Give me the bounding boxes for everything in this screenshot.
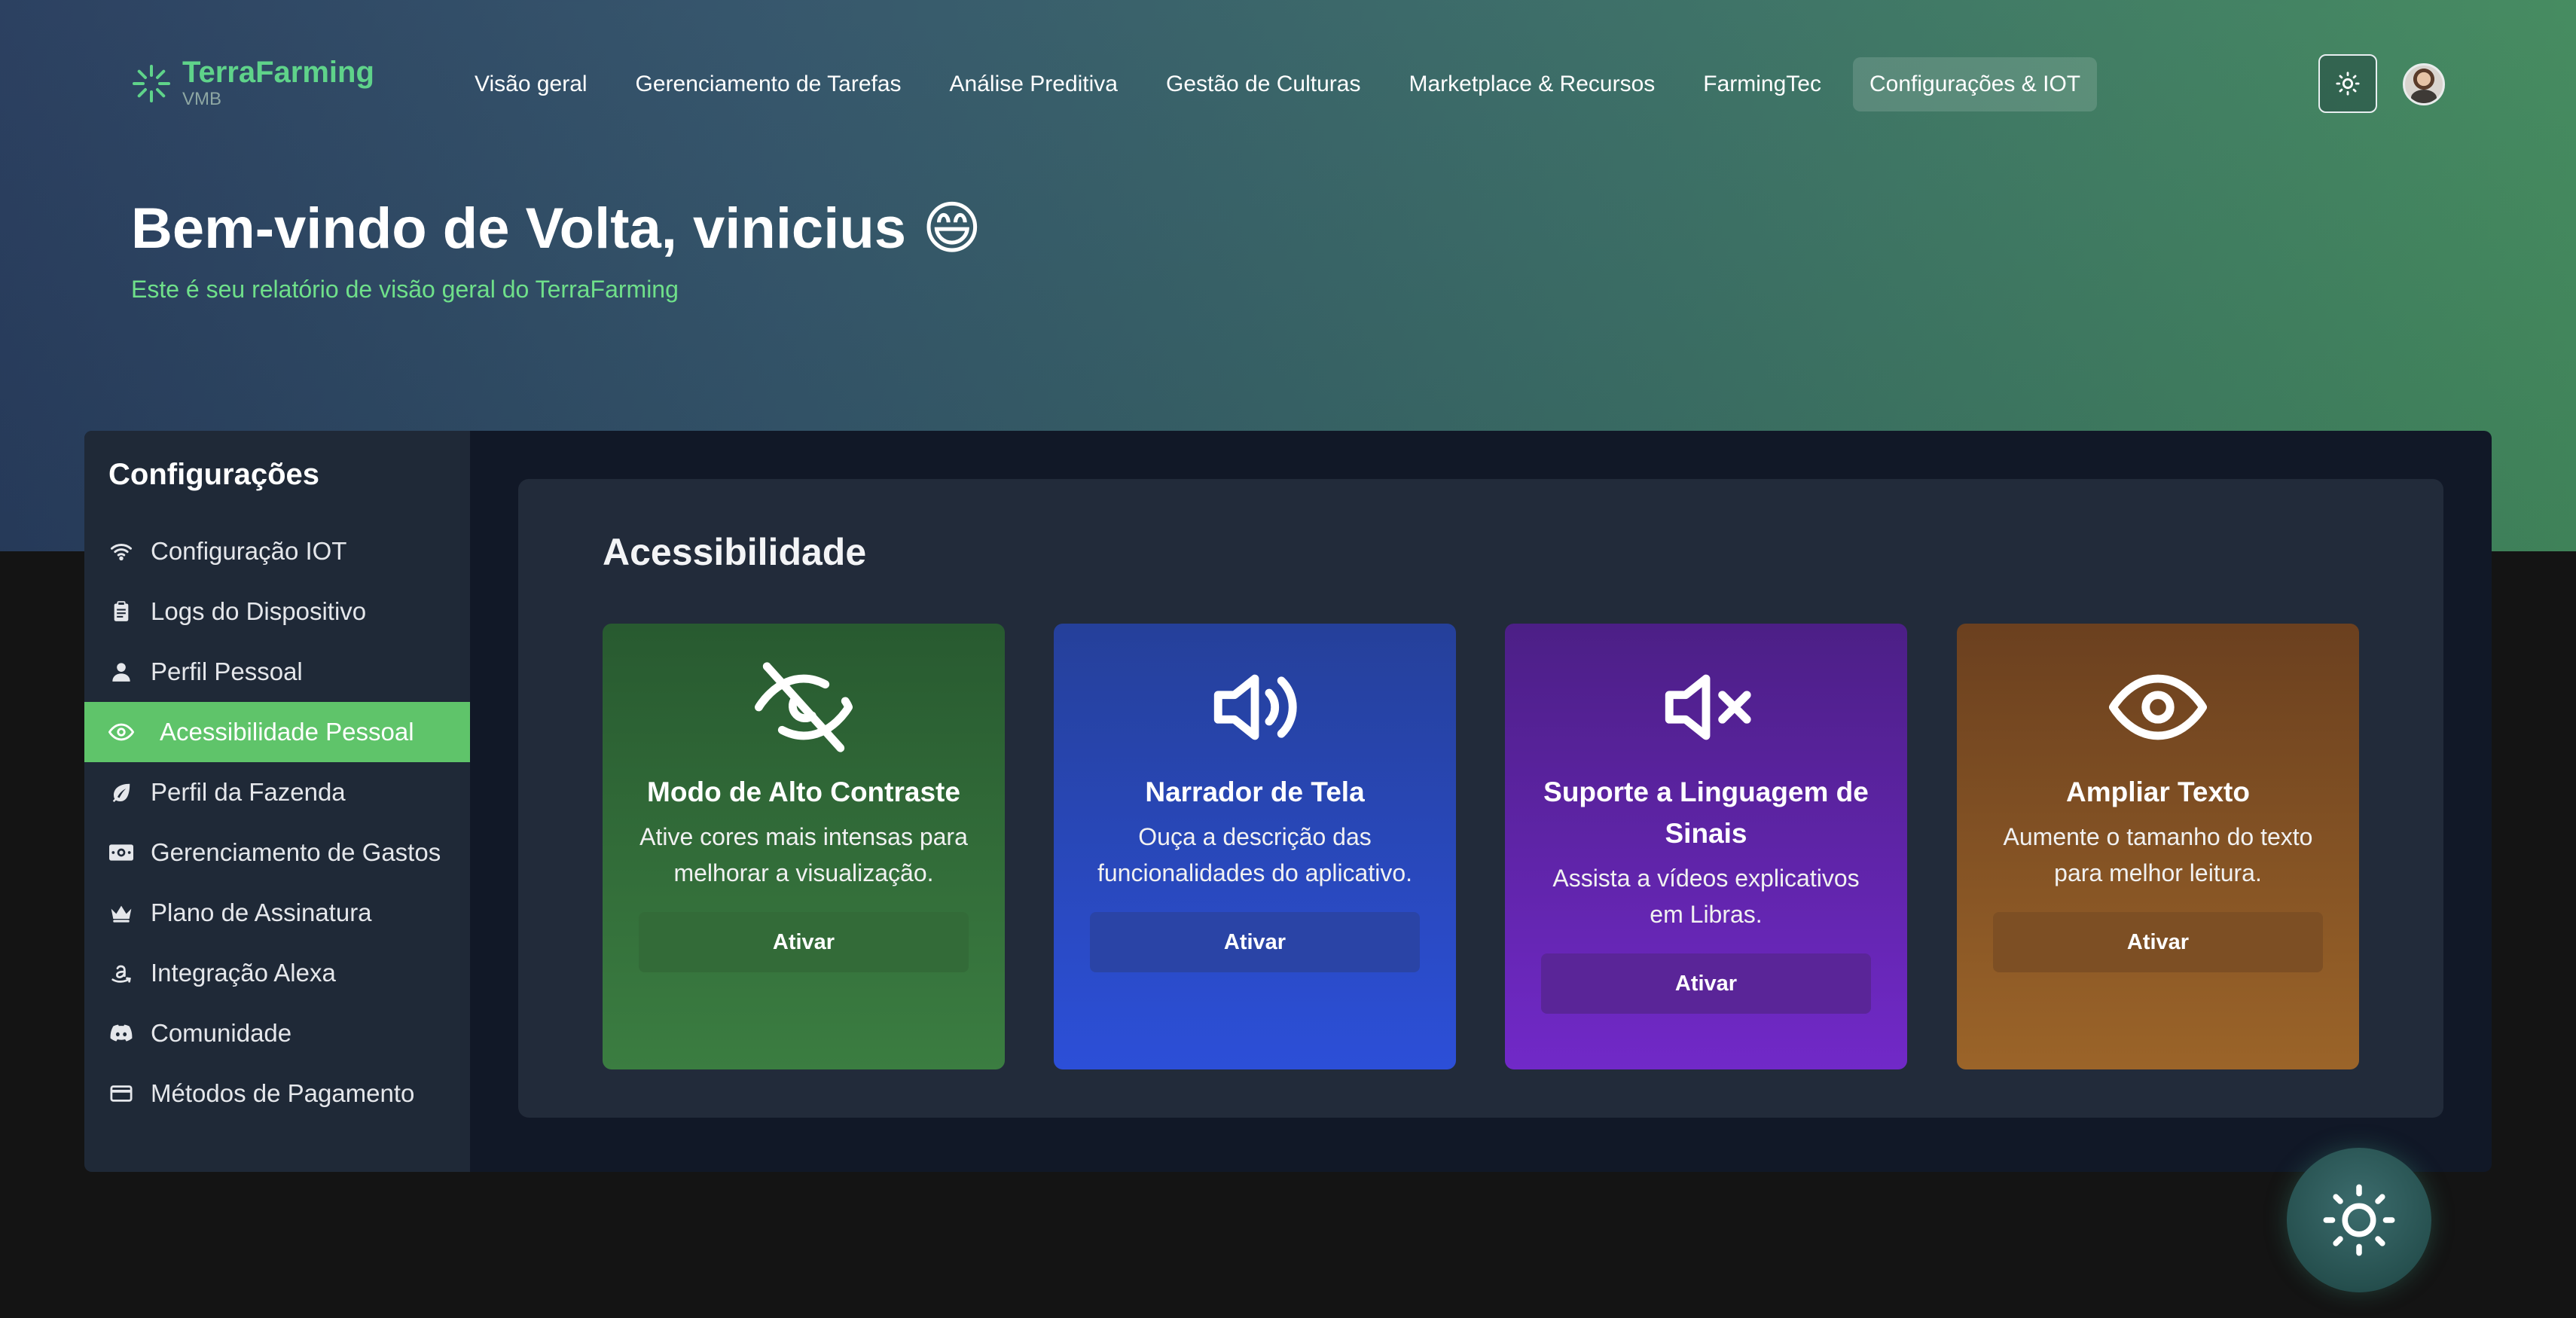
sidebar-item-perfil-fazenda[interactable]: Perfil da Fazenda [84, 762, 470, 822]
eye-icon [2109, 674, 2207, 740]
logo-icon [133, 65, 170, 102]
sidebar-title: Configurações [108, 458, 320, 491]
sun-icon [2336, 72, 2360, 96]
card-title: Ampliar Texto [2066, 776, 2250, 807]
card-title: Modo de Alto Contraste [647, 776, 960, 807]
discord-icon [108, 1021, 134, 1046]
nav-item-gestao-culturas[interactable]: Gestão de Culturas [1149, 57, 1377, 111]
sidebar-item-metodos-pagamento[interactable]: Métodos de Pagamento [84, 1063, 470, 1124]
card-alto-contraste: Modo de Alto Contraste Ative cores mais … [603, 624, 1005, 1069]
app-name: TerraFarming [182, 56, 374, 89]
volume-mute-icon [1665, 674, 1751, 740]
top-nav: Visão geral Gerenciamento de Tarefas Aná… [458, 57, 2112, 111]
app-subtitle: VMB [182, 89, 222, 109]
card-linguagem-sinais: Suporte a Linguagem de Sinais Assista a … [1505, 624, 1907, 1069]
sidebar-item-label: Integração Alexa [151, 959, 336, 987]
sidebar-item-comunidade[interactable]: Comunidade [84, 1003, 470, 1063]
eye-icon [108, 719, 134, 745]
sidebar-item-gerenciamento-gastos[interactable]: Gerenciamento de Gastos [84, 822, 470, 883]
sidebar-item-label: Comunidade [151, 1019, 292, 1047]
crown-icon [108, 900, 134, 926]
wifi-icon [108, 538, 134, 564]
app-logo[interactable]: TerraFarming VMB [131, 56, 374, 110]
settings-sidebar: Configurações Configuração IOT Logs do D… [84, 431, 470, 1172]
sidebar-list: Configuração IOT Logs do Dispositivo Per… [84, 521, 470, 1124]
welcome-subtitle: Este é seu relatório de visão geral do T… [131, 276, 679, 303]
card-narrador-tela: Narrador de Tela Ouça a descrição das fu… [1054, 624, 1456, 1069]
user-icon [108, 659, 134, 685]
sidebar-item-label: Perfil da Fazenda [151, 778, 346, 806]
sidebar-item-integracao-alexa[interactable]: Integração Alexa [84, 943, 470, 1003]
sidebar-item-acessibilidade-pessoal[interactable]: Acessibilidade Pessoal [84, 702, 470, 762]
sun-icon [2323, 1184, 2395, 1256]
nav-item-farmingtec[interactable]: FarmingTec [1686, 57, 1838, 111]
activate-high-contrast-button[interactable]: Ativar [639, 912, 969, 972]
nav-item-analise-preditiva[interactable]: Análise Preditiva [933, 57, 1134, 111]
sidebar-item-logs-dispositivo[interactable]: Logs do Dispositivo [84, 581, 470, 642]
amazon-icon [108, 960, 134, 986]
sidebar-item-plano-assinatura[interactable]: Plano de Assinatura [84, 883, 470, 943]
sidebar-item-label: Plano de Assinatura [151, 898, 372, 926]
nav-item-marketplace[interactable]: Marketplace & Recursos [1392, 57, 1671, 111]
sidebar-item-label: Gerenciamento de Gastos [151, 838, 441, 866]
card-title: Suporte a Linguagem de Sinais [1543, 776, 1869, 849]
sidebar-item-label: Logs do Dispositivo [151, 597, 367, 625]
card-description: Aumente o tamanho do texto para melhor l… [2003, 823, 2313, 886]
sidebar-item-label: Perfil Pessoal [151, 657, 303, 685]
content-title: Acessibilidade [603, 531, 867, 573]
card-title: Narrador de Tela [1145, 776, 1365, 807]
nav-item-configuracoes-iot[interactable]: Configurações & IOT [1852, 57, 2098, 111]
theme-toggle-button[interactable] [2318, 54, 2377, 113]
sidebar-item-label: Configuração IOT [151, 537, 347, 565]
activate-enlarge-text-button[interactable]: Ativar [1993, 912, 2323, 972]
sidebar-item-configuracao-iot[interactable]: Configuração IOT [84, 521, 470, 581]
money-icon [108, 840, 134, 865]
card-description: Assista a vídeos explicativos em Libras. [1552, 865, 1860, 928]
clipboard-icon [108, 599, 134, 624]
nav-item-gerenciamento-tarefas[interactable]: Gerenciamento de Tarefas [619, 57, 918, 111]
sidebar-item-label: Acessibilidade Pessoal [160, 718, 414, 746]
card-description: Ative cores mais intensas para melhorar … [639, 823, 968, 886]
volume-icon [1213, 674, 1297, 740]
leaf-icon [108, 780, 134, 805]
user-avatar[interactable] [2403, 63, 2445, 105]
nav-item-visao-geral[interactable]: Visão geral [458, 57, 604, 111]
activate-sign-language-button[interactable]: Ativar [1541, 953, 1871, 1014]
eye-off-icon [755, 662, 853, 752]
credit-card-icon [108, 1081, 134, 1106]
card-description: Ouça a descrição das funcionalidades do … [1097, 823, 1413, 886]
welcome-heading: Bem-vindo de Volta, vinicius 😄 [131, 197, 982, 261]
sidebar-item-perfil-pessoal[interactable]: Perfil Pessoal [84, 642, 470, 702]
sidebar-item-label: Métodos de Pagamento [151, 1079, 415, 1107]
accessibility-content: Acessibilidade Modo de Alto Contraste At… [518, 479, 2443, 1118]
card-ampliar-texto: Ampliar Texto Aumente o tamanho do texto… [1957, 624, 2359, 1069]
floating-theme-button[interactable] [2287, 1148, 2431, 1292]
activate-screen-reader-button[interactable]: Ativar [1090, 912, 1420, 972]
